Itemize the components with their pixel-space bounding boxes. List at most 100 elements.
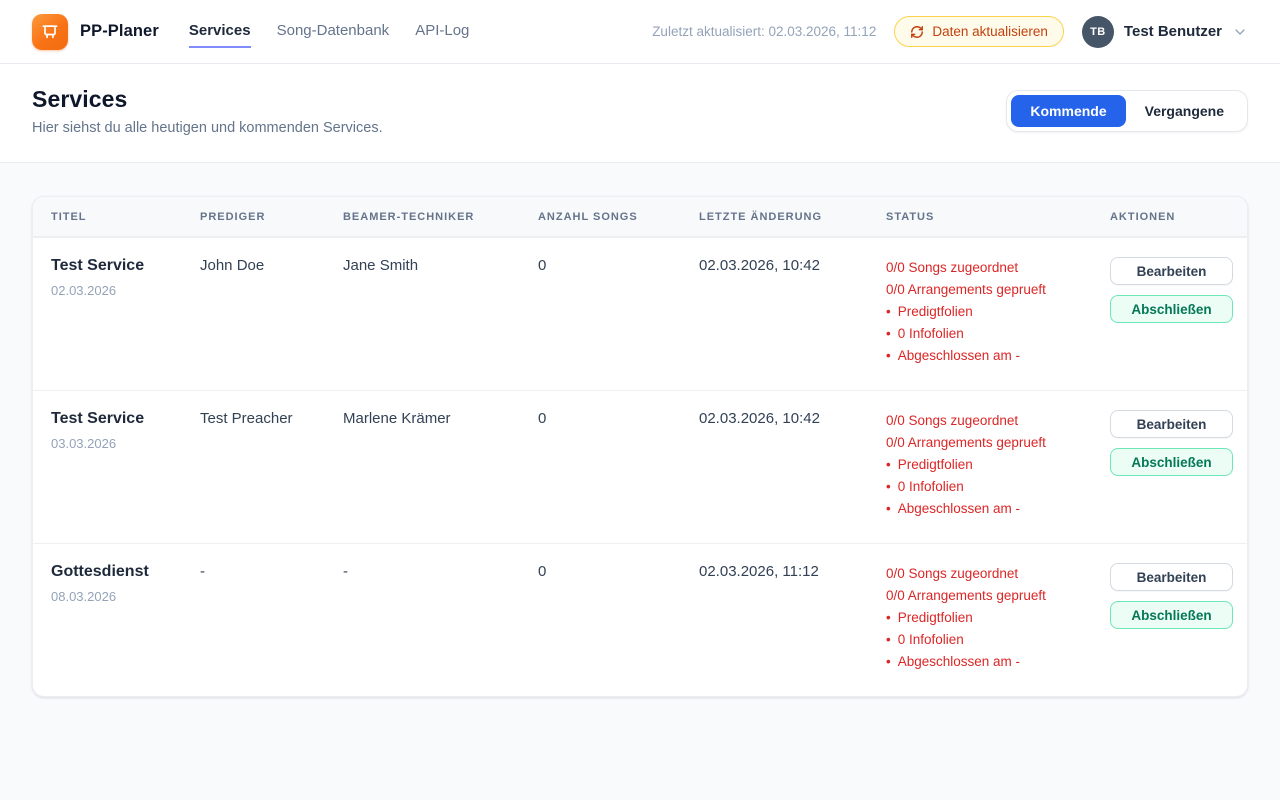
bullet-icon: • [886,651,891,673]
refresh-button-label: Daten aktualisieren [932,24,1048,39]
edit-service-button[interactable]: Bearbeiten [1110,257,1233,285]
table-header-row: TITEL PREDIGER BEAMER-TECHNIKER ANZAHL S… [33,197,1247,237]
bullet-icon: • [886,498,891,520]
bullet-icon: • [886,629,891,651]
service-title: Test Service [51,257,186,275]
main-nav: Services Song-Datenbank API-Log [189,15,470,48]
column-header-aktionen: AKTIONEN [1110,211,1229,223]
service-date: 03.03.2026 [51,436,186,451]
status-bullet-item: • Predigtfolien [886,454,1096,476]
avatar: TB [1082,16,1114,48]
cell-status: 0/0 Songs zugeordnet 0/0 Arrangements ge… [886,410,1110,520]
bullet-icon: • [886,323,891,345]
status-bullet-label: 0 Infofolien [898,629,964,651]
top-bar-right: Zuletzt aktualisiert: 02.03.2026, 11:12 … [652,16,1248,48]
cell-titel: Test Service 02.03.2026 [51,257,200,367]
status-songs: 0/0 Songs zugeordnet [886,410,1096,432]
status-bullet-item: • 0 Infofolien [886,629,1096,651]
filter-vergangene-button[interactable]: Vergangene [1126,95,1243,127]
service-title: Test Service [51,410,186,428]
cell-status: 0/0 Songs zugeordnet 0/0 Arrangements ge… [886,563,1110,673]
status-bullet-item: • Predigtfolien [886,607,1096,629]
complete-service-button[interactable]: Abschließen [1110,295,1233,323]
edit-service-button[interactable]: Bearbeiten [1110,410,1233,438]
column-header-anzahl-songs: ANZAHL SONGS [538,211,699,223]
cell-prediger: - [200,563,343,673]
status-songs: 0/0 Songs zugeordnet [886,563,1096,585]
last-updated-text: Zuletzt aktualisiert: 02.03.2026, 11:12 [652,24,876,39]
brand-name: PP-Planer [80,22,159,41]
status-arrangements: 0/0 Arrangements geprueft [886,585,1096,607]
services-table-card: TITEL PREDIGER BEAMER-TECHNIKER ANZAHL S… [32,196,1248,697]
user-menu[interactable]: TB Test Benutzer [1082,16,1248,48]
cell-anzahl-songs: 0 [538,563,699,673]
refresh-icon [910,25,924,39]
complete-service-button[interactable]: Abschließen [1110,601,1233,629]
column-header-prediger: PREDIGER [200,211,343,223]
app-brand[interactable]: PP-Planer [32,14,159,50]
service-date: 02.03.2026 [51,283,186,298]
cell-prediger: John Doe [200,257,343,367]
table-row: Test Service 02.03.2026 John Doe Jane Sm… [33,237,1247,390]
cell-letzte-aenderung: 02.03.2026, 10:42 [699,410,886,520]
edit-service-button[interactable]: Bearbeiten [1110,563,1233,591]
status-bullet-item: • Predigtfolien [886,301,1096,323]
bullet-icon: • [886,476,891,498]
status-arrangements: 0/0 Arrangements geprueft [886,432,1096,454]
bullet-icon: • [886,301,891,323]
cell-letzte-aenderung: 02.03.2026, 11:12 [699,563,886,673]
bullet-icon: • [886,345,891,367]
service-filter-toggle: Kommende Vergangene [1006,90,1248,132]
status-bullet-label: 0 Infofolien [898,323,964,345]
cell-anzahl-songs: 0 [538,410,699,520]
cell-beamer-techniker: Marlene Krämer [343,410,538,520]
cell-status: 0/0 Songs zugeordnet 0/0 Arrangements ge… [886,257,1110,367]
status-bullet-label: 0 Infofolien [898,476,964,498]
status-bullet-item: • Abgeschlossen am - [886,345,1096,367]
cell-beamer-techniker: Jane Smith [343,257,538,367]
cell-aktionen: Bearbeiten Abschließen [1110,257,1247,367]
cell-beamer-techniker: - [343,563,538,673]
page-subtitle: Hier siehst du alle heutigen und kommend… [32,120,383,136]
nav-item-song-datenbank[interactable]: Song-Datenbank [277,22,390,48]
service-title: Gottesdienst [51,563,186,581]
page-title: Services [32,86,383,113]
nav-item-services[interactable]: Services [189,22,251,48]
status-bullet-item: • Abgeschlossen am - [886,498,1096,520]
cell-aktionen: Bearbeiten Abschließen [1110,410,1247,520]
cell-titel: Test Service 03.03.2026 [51,410,200,520]
status-bullet-label: Predigtfolien [898,454,973,476]
filter-kommende-button[interactable]: Kommende [1011,95,1125,127]
status-bullet-label: Abgeschlossen am - [898,498,1020,520]
status-bullet-item: • 0 Infofolien [886,323,1096,345]
column-header-beamer-techniker: BEAMER-TECHNIKER [343,211,538,223]
status-bullet-label: Predigtfolien [898,301,973,323]
status-bullet-label: Predigtfolien [898,607,973,629]
service-date: 08.03.2026 [51,589,186,604]
page-header: Services Hier siehst du alle heutigen un… [0,64,1280,163]
bullet-icon: • [886,454,891,476]
nav-item-api-log[interactable]: API-Log [415,22,469,48]
refresh-data-button[interactable]: Daten aktualisieren [894,16,1064,47]
main-content: TITEL PREDIGER BEAMER-TECHNIKER ANZAHL S… [0,163,1280,737]
status-arrangements: 0/0 Arrangements geprueft [886,279,1096,301]
top-bar: PP-Planer Services Song-Datenbank API-Lo… [0,0,1280,64]
column-header-status: STATUS [886,211,1110,223]
column-header-letzte-aenderung: LETZTE ÄNDERUNG [699,211,886,223]
cell-anzahl-songs: 0 [538,257,699,367]
status-bullet-item: • 0 Infofolien [886,476,1096,498]
table-row: Test Service 03.03.2026 Test Preacher Ma… [33,390,1247,543]
complete-service-button[interactable]: Abschließen [1110,448,1233,476]
status-bullet-label: Abgeschlossen am - [898,651,1020,673]
cell-prediger: Test Preacher [200,410,343,520]
status-bullet-item: • Abgeschlossen am - [886,651,1096,673]
table-row: Gottesdienst 08.03.2026 - - 0 02.03.2026… [33,543,1247,696]
chevron-down-icon [1232,24,1248,40]
status-bullet-label: Abgeschlossen am - [898,345,1020,367]
cell-aktionen: Bearbeiten Abschließen [1110,563,1247,673]
cell-titel: Gottesdienst 08.03.2026 [51,563,200,673]
cell-letzte-aenderung: 02.03.2026, 10:42 [699,257,886,367]
page-header-text: Services Hier siehst du alle heutigen un… [32,86,383,136]
app-logo [32,14,68,50]
bullet-icon: • [886,607,891,629]
